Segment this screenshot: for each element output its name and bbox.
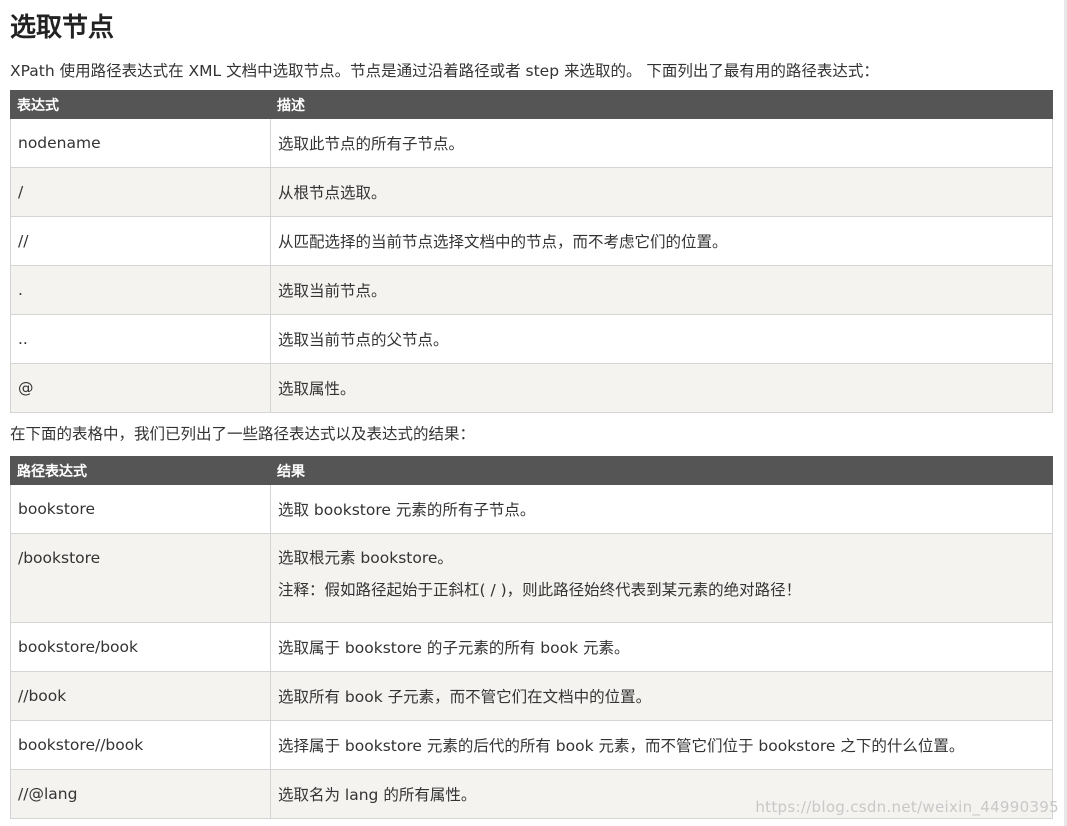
article-content: 选取节点 XPath 使用路径表达式在 XML 文档中选取节点。节点是通过沿着路… [10,0,1053,819]
result-cell: 选择属于 bookstore 元素的后代的所有 book 元素，而不管它们位于 … [270,720,1053,770]
header-result: 结果 [270,456,1053,485]
watermark-url: https://blog.csdn.net/weixin_44990395 [755,798,1059,816]
expression-text: /bookstore [18,549,101,567]
expression-cell: bookstore//book [10,720,271,770]
expression-cell: nodename [10,118,271,168]
result-cell: 选取属于 bookstore 的子元素的所有 book 元素。 [270,622,1053,672]
expression-cell: . [10,265,271,315]
expression-cell: bookstore/book [10,622,271,672]
table-row: // 从匹配选择的当前节点选择文档中的节点，而不考虑它们的位置。 [10,216,1053,266]
expression-cell: .. [10,314,271,364]
table-row: bookstore/book 选取属于 bookstore 的子元素的所有 bo… [10,622,1053,672]
expression-cell: //@lang [10,769,271,819]
table-row: .. 选取当前节点的父节点。 [10,314,1053,364]
description-cell: 从匹配选择的当前节点选择文档中的节点，而不考虑它们的位置。 [270,216,1053,266]
table-row: @ 选取属性。 [10,363,1053,413]
table-row: . 选取当前节点。 [10,265,1053,315]
expression-cell: bookstore [10,484,271,534]
table-row: nodename 选取此节点的所有子节点。 [10,118,1053,168]
table-row: bookstore//book 选择属于 bookstore 元素的后代的所有 … [10,720,1053,770]
description-cell: 从根节点选取。 [270,167,1053,217]
table-row: bookstore 选取 bookstore 元素的所有子节点。 [10,484,1053,534]
table-row: / 从根节点选取。 [10,167,1053,217]
section-title: 选取节点 [10,13,115,43]
description-cell: 选取当前节点。 [270,265,1053,315]
expression-cell: /bookstore [10,533,271,623]
header-description: 描述 [270,90,1053,119]
description-cell: 选取此节点的所有子节点。 [270,118,1053,168]
result-note: 注释：假如路径起始于正斜杠( / )，则此路径始终代表到某元素的绝对路径！ [278,581,802,599]
result-cell: 选取根元素 bookstore。 注释：假如路径起始于正斜杠( / )，则此路径… [270,533,1053,623]
path-results-table: 路径表达式 结果 bookstore 选取 bookstore 元素的所有子节点… [10,456,1053,819]
table-header-row: 路径表达式 结果 [10,456,1053,485]
result-text: 选取根元素 bookstore。 [278,549,453,567]
header-path-expression: 路径表达式 [10,456,271,485]
expression-cell: / [10,167,271,217]
description-cell: 选取当前节点的父节点。 [270,314,1053,364]
table-header-row: 表达式 描述 [10,90,1053,119]
mid-paragraph: 在下面的表格中，我们已列出了一些路径表达式以及表达式的结果： [10,425,476,443]
result-cell: 选取 bookstore 元素的所有子节点。 [270,484,1053,534]
table-row: //book 选取所有 book 子元素，而不管它们在文档中的位置。 [10,671,1053,721]
expression-cell: //book [10,671,271,721]
xpath-expressions-table: 表达式 描述 nodename 选取此节点的所有子节点。 / 从根节点选取。 /… [10,90,1053,413]
table-row: /bookstore 选取根元素 bookstore。 注释：假如路径起始于正斜… [10,533,1053,623]
intro-paragraph: XPath 使用路径表达式在 XML 文档中选取节点。节点是通过沿着路径或者 s… [10,62,879,80]
expression-cell: @ [10,363,271,413]
result-cell: 选取所有 book 子元素，而不管它们在文档中的位置。 [270,671,1053,721]
header-expression: 表达式 [10,90,271,119]
expression-cell: // [10,216,271,266]
description-cell: 选取属性。 [270,363,1053,413]
